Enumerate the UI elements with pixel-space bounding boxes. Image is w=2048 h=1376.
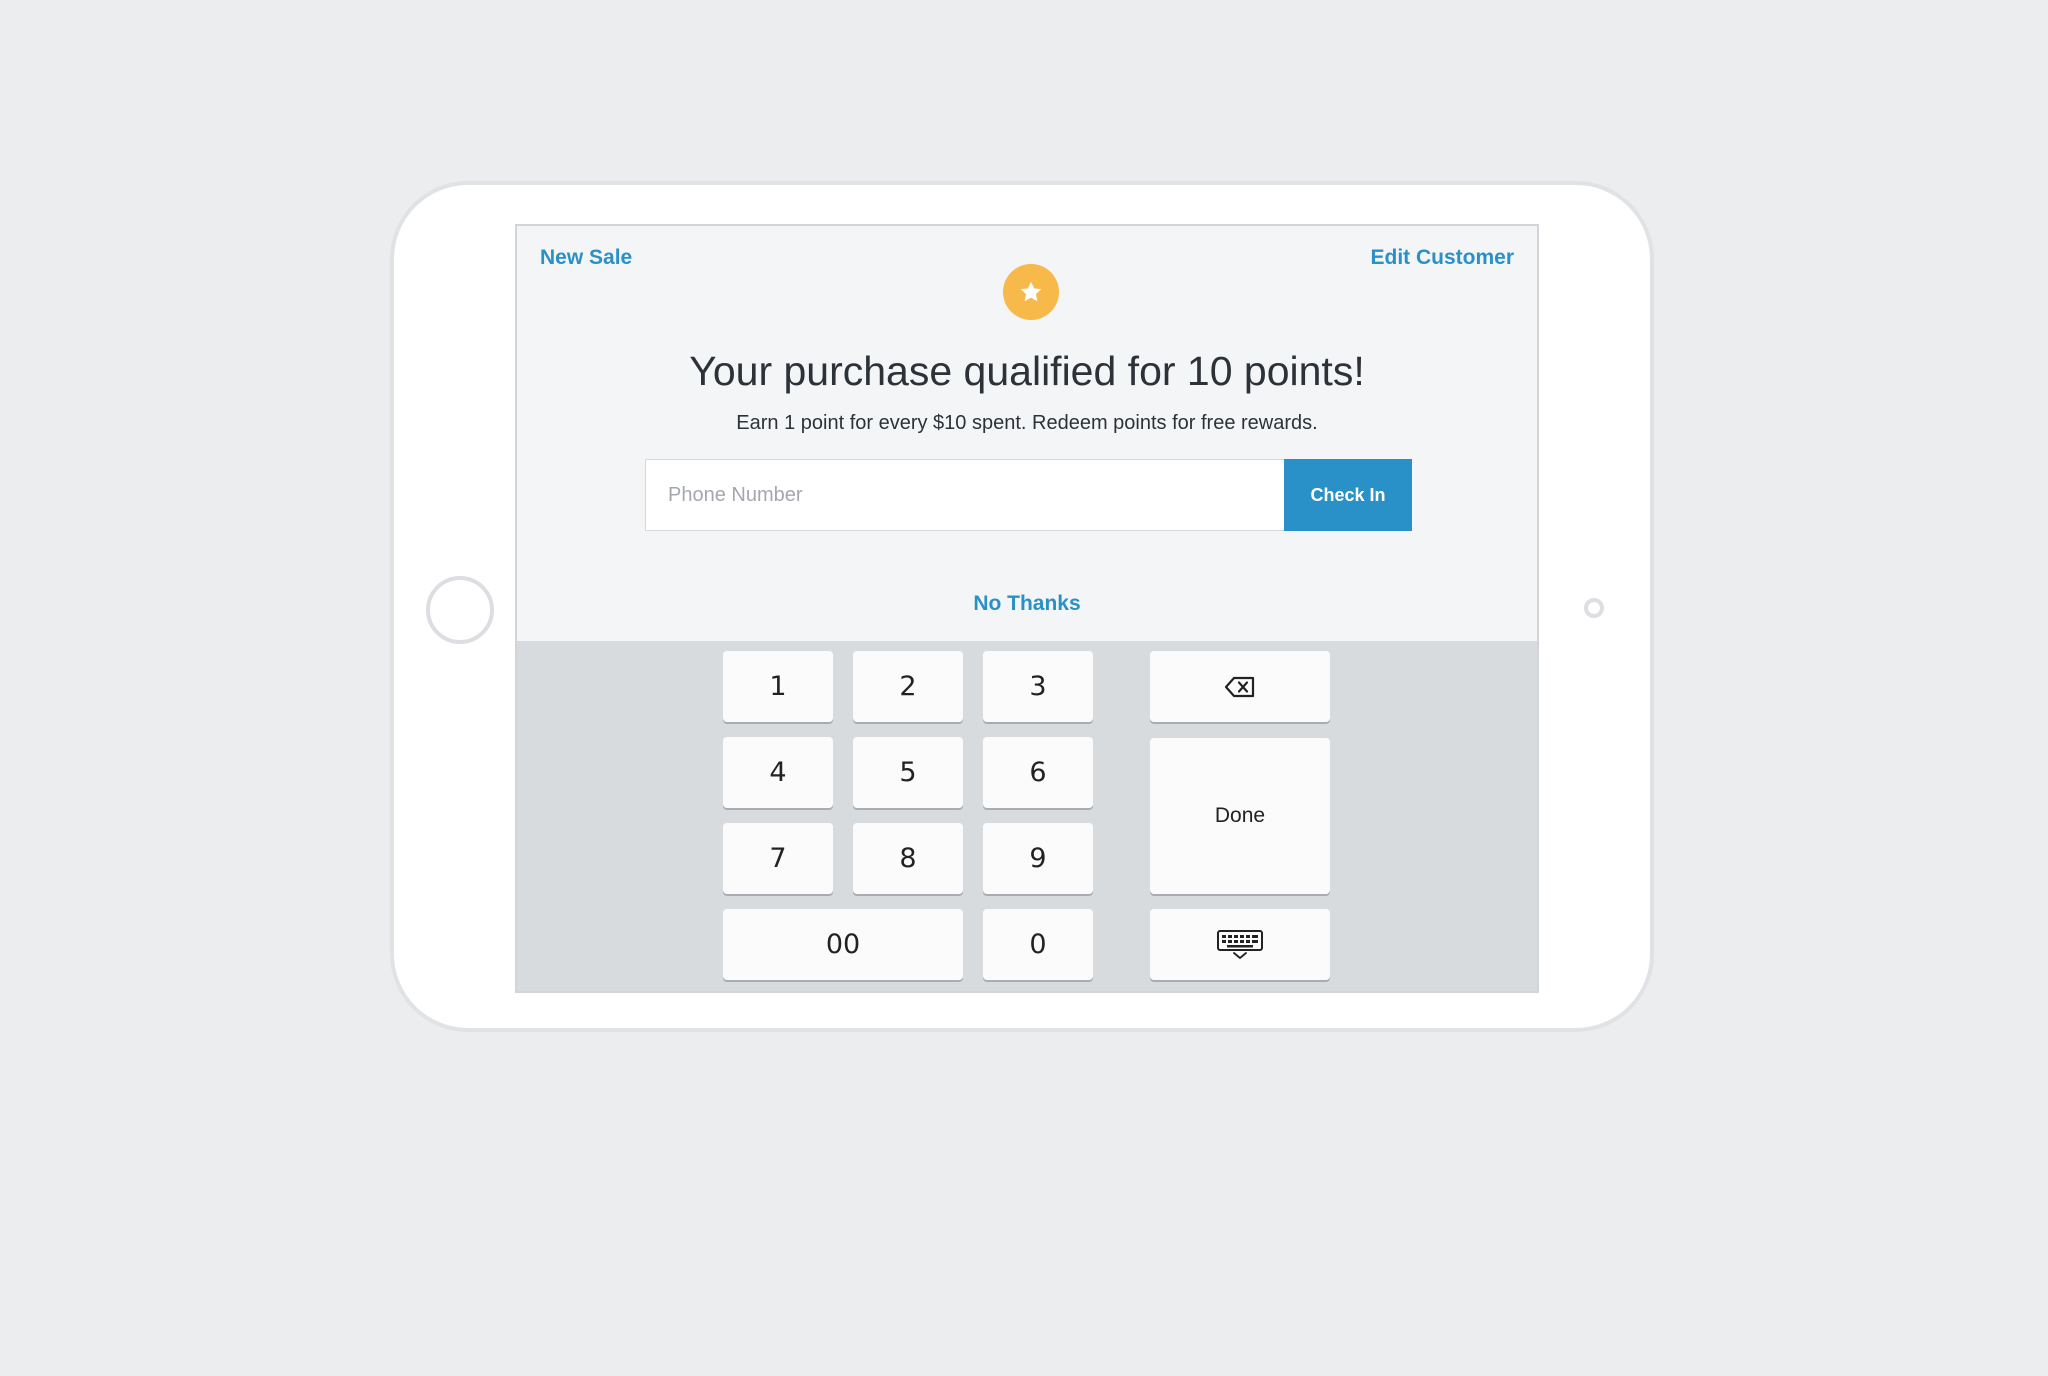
no-thanks-row: No Thanks bbox=[517, 592, 1537, 616]
star-icon bbox=[1020, 281, 1042, 302]
key-5[interactable]: 5 bbox=[853, 737, 963, 808]
key-0[interactable]: 0 bbox=[983, 909, 1093, 980]
phone-number-input[interactable] bbox=[645, 459, 1285, 531]
star-badge bbox=[1003, 264, 1059, 320]
key-00[interactable]: 00 bbox=[723, 909, 963, 980]
tablet-frame: New Sale Edit Customer Your purchase qua… bbox=[390, 181, 1654, 1032]
new-sale-link[interactable]: New Sale bbox=[540, 246, 632, 270]
page-subtitle: Earn 1 point for every $10 spent. Redeem… bbox=[736, 412, 1318, 434]
check-in-button[interactable]: Check In bbox=[1284, 459, 1412, 531]
key-6[interactable]: 6 bbox=[983, 737, 1093, 808]
key-3[interactable]: 3 bbox=[983, 651, 1093, 722]
key-2[interactable]: 2 bbox=[853, 651, 963, 722]
page-title: Your purchase qualified for 10 points! bbox=[689, 348, 1365, 394]
edit-customer-link[interactable]: Edit Customer bbox=[1370, 246, 1514, 270]
key-8[interactable]: 8 bbox=[853, 823, 963, 894]
home-button[interactable] bbox=[426, 576, 494, 644]
backspace-icon bbox=[1224, 676, 1255, 697]
done-key[interactable]: Done bbox=[1150, 738, 1330, 894]
key-9[interactable]: 9 bbox=[983, 823, 1093, 894]
backspace-key[interactable] bbox=[1150, 651, 1330, 722]
camera-dot bbox=[1584, 598, 1604, 618]
numeric-keypad: 1 2 3 4 5 6 7 8 9 00 0 Done bbox=[517, 641, 1537, 991]
no-thanks-link[interactable]: No Thanks bbox=[973, 592, 1080, 615]
screen: New Sale Edit Customer Your purchase qua… bbox=[515, 224, 1539, 993]
key-1[interactable]: 1 bbox=[723, 651, 833, 722]
key-4[interactable]: 4 bbox=[723, 737, 833, 808]
keyboard-hide-icon bbox=[1217, 929, 1263, 959]
hide-keyboard-key[interactable] bbox=[1150, 909, 1330, 980]
key-7[interactable]: 7 bbox=[723, 823, 833, 894]
